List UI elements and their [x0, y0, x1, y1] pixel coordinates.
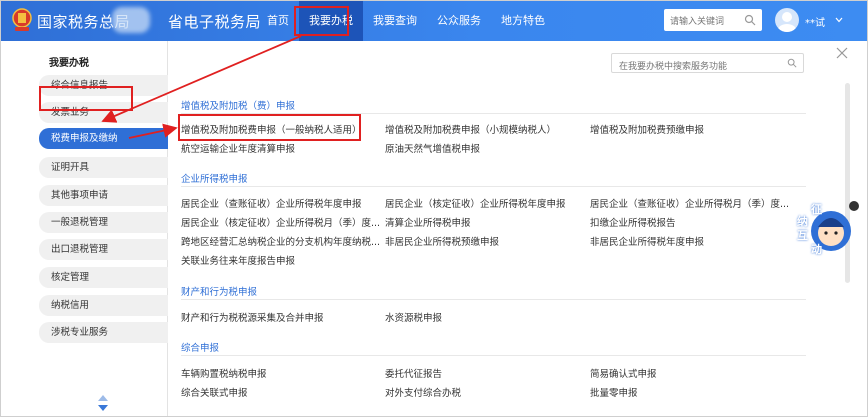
section-divider: [181, 186, 806, 187]
header-search-input[interactable]: [664, 11, 736, 33]
link-cit-branch-annual[interactable]: 跨地区经营汇总纳税企业的分支机构年度纳税...: [181, 234, 380, 248]
nav-home[interactable]: 首页: [257, 1, 299, 41]
mascot-char-1: 征: [811, 203, 822, 216]
sidebar-highlight-box: [39, 86, 133, 111]
mascot-close-dot[interactable]: [849, 201, 859, 211]
link-cit-monthly-audit[interactable]: 居民企业（查账征收）企业所得税月（季）度...: [590, 196, 789, 210]
link-vehicle-purchase[interactable]: 车辆购置税纳税申报: [181, 366, 267, 380]
mascot-char-3: 互: [797, 229, 808, 242]
link-cit-nonresident-prepay[interactable]: 非居民企业所得税预缴申报: [385, 234, 499, 248]
section-divider: [181, 355, 806, 356]
sidebar-title: 我要办税: [49, 58, 89, 69]
nav-highlight-box: [294, 6, 349, 36]
user-name[interactable]: **试: [805, 14, 825, 29]
nav-query[interactable]: 我要查询: [363, 1, 427, 41]
section-title-cit: 企业所得税申报: [181, 174, 248, 185]
search-icon[interactable]: [787, 58, 797, 68]
link-cit-annual-assessed[interactable]: 居民企业（核定征收）企业所得税年度申报: [385, 196, 566, 210]
link-related-combined[interactable]: 综合关联式申报: [181, 385, 248, 399]
link-cit-annual-audit[interactable]: 居民企业（查账征收）企业所得税年度申报: [181, 196, 362, 210]
redacted-region: [112, 7, 150, 33]
link-foreign-payment[interactable]: 对外支付综合办税: [385, 385, 461, 399]
section-title-comprehensive: 综合申报: [181, 343, 220, 354]
section-title-property: 财产和行为税申报: [181, 287, 258, 298]
sidebar-item-assessment[interactable]: 核定管理: [39, 267, 168, 288]
sidebar-item-export-refund[interactable]: 出口退税管理: [39, 239, 168, 260]
link-cit-withholding[interactable]: 扣缴企业所得税报告: [590, 215, 676, 229]
interaction-mascot-widget[interactable]: 征 纳 互 动: [791, 199, 853, 259]
sidebar-item-professional-service[interactable]: 涉税专业服务: [39, 322, 168, 343]
link-simple-confirm[interactable]: 简易确认式申报: [590, 366, 657, 380]
sidebar-item-other-requests[interactable]: 其他事项申请: [39, 185, 168, 206]
section-divider: [181, 299, 806, 300]
app-window: 国家税务总局省电子税务局 首页 我要办税 我要查询 公众服务 地方特色 **试: [0, 0, 868, 417]
tax-emblem-icon: [12, 8, 32, 31]
sidebar-item-credit[interactable]: 纳税信用: [39, 295, 168, 316]
mascot-char-4: 动: [811, 243, 822, 256]
link-cit-monthly-assessed[interactable]: 居民企业（核定征收）企业所得税月（季）度...: [181, 215, 380, 229]
sidebar-item-general-refund[interactable]: 一般退税管理: [39, 212, 168, 233]
user-icon: [778, 12, 796, 32]
chevron-down-icon[interactable]: [834, 15, 844, 25]
user-avatar[interactable]: [775, 8, 799, 32]
link-water-resource[interactable]: 水资源税申报: [385, 310, 442, 324]
sidebar-item-certificate[interactable]: 证明开具: [39, 157, 168, 178]
service-search-input[interactable]: [612, 58, 780, 76]
link-highlight-box: [178, 114, 361, 141]
link-cit-nonresident-annual[interactable]: 非居民企业所得税年度申报: [590, 234, 704, 248]
service-search: [611, 53, 804, 76]
link-cit-liquidation[interactable]: 清算企业所得税申报: [385, 215, 471, 229]
site-title-part2: 省电子税务局: [168, 13, 262, 31]
link-vat-prepay[interactable]: 增值税及附加税费预缴申报: [590, 122, 704, 136]
link-property-combined[interactable]: 财产和行为税税源采集及合并申报: [181, 310, 324, 324]
search-icon[interactable]: [744, 14, 756, 26]
link-batch-zero[interactable]: 批量零申报: [590, 385, 638, 399]
sidebar-item-tax-declaration[interactable]: 税费申报及缴纳: [39, 128, 168, 149]
scroll-arrows-icon[interactable]: [96, 393, 110, 413]
link-related-party-report[interactable]: 关联业务往来年度报告申报: [181, 253, 295, 267]
link-aviation-clearing[interactable]: 航空运输企业年度清算申报: [181, 141, 295, 155]
link-crude-oil-vat[interactable]: 原油天然气增值税申报: [385, 141, 480, 155]
header-search: [664, 9, 762, 33]
section-title-vat: 增值税及附加税（费）申报: [181, 101, 296, 112]
link-entrusted-collection[interactable]: 委托代征报告: [385, 366, 442, 380]
nav-public-service[interactable]: 公众服务: [427, 1, 491, 41]
link-vat-small[interactable]: 增值税及附加税费申报（小规模纳税人）: [385, 122, 556, 136]
service-panel: 增值税及附加税（费）申报 增值税及附加税费申报（一般纳税人适用） 增值税及附加税…: [169, 41, 867, 416]
nav-local-features[interactable]: 地方特色: [491, 1, 555, 41]
top-header: 国家税务总局省电子税务局 首页 我要办税 我要查询 公众服务 地方特色 **试: [1, 1, 867, 41]
close-icon[interactable]: [836, 47, 848, 59]
